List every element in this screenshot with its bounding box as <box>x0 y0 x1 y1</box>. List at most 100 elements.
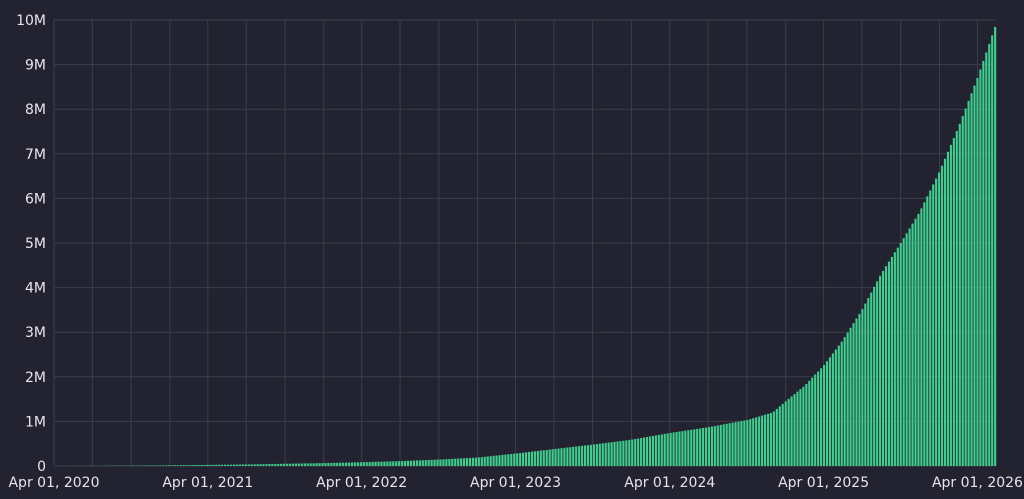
bar <box>471 457 475 466</box>
bar <box>209 464 212 466</box>
bar <box>719 424 722 466</box>
bar <box>970 93 973 467</box>
bar <box>648 436 652 466</box>
y-axis: 0 1M 2M 3M 4M 5M 6M 7M 8M 9M 10M <box>16 13 46 475</box>
bar <box>840 341 843 466</box>
bar <box>274 463 277 466</box>
bar <box>271 463 274 466</box>
bar <box>557 448 560 466</box>
bar <box>831 353 834 466</box>
bar <box>946 151 950 466</box>
bar <box>938 172 941 467</box>
bar <box>215 464 218 466</box>
bar <box>386 461 389 466</box>
bar <box>761 415 764 466</box>
bar <box>834 349 837 466</box>
bar <box>427 459 430 466</box>
bar <box>628 439 631 466</box>
y-tick-label: 1M <box>25 414 46 430</box>
bar <box>430 459 433 466</box>
x-tick-label: Apr 01, 2021 <box>162 475 253 491</box>
bar <box>876 281 879 466</box>
bar <box>415 460 418 466</box>
bar <box>704 427 708 466</box>
bar <box>179 465 182 466</box>
bar <box>277 463 280 466</box>
bar <box>191 465 194 466</box>
bar <box>398 461 401 466</box>
bar <box>817 371 820 466</box>
bar <box>731 422 734 466</box>
bar <box>716 425 719 466</box>
y-tick-label: 6M <box>25 191 46 207</box>
bar <box>769 412 772 466</box>
bar <box>964 108 967 466</box>
bar <box>224 464 227 466</box>
bar <box>911 223 914 466</box>
bar <box>336 462 339 466</box>
bar <box>527 451 531 466</box>
bar <box>342 462 345 466</box>
bar <box>362 462 365 466</box>
bar <box>501 454 504 466</box>
bar <box>952 137 955 466</box>
bar <box>300 463 303 466</box>
bar <box>389 461 392 466</box>
bar <box>802 386 805 466</box>
y-tick-label: 4M <box>25 281 46 297</box>
x-tick-label: Apr 01, 2020 <box>8 475 99 491</box>
x-tick-label: Apr 01, 2024 <box>624 475 715 491</box>
bar <box>982 60 985 466</box>
bar <box>268 464 271 466</box>
bar <box>631 439 634 466</box>
bar <box>917 213 920 466</box>
bar <box>654 435 657 466</box>
bar <box>395 461 398 466</box>
bar <box>619 441 622 466</box>
bar <box>327 462 330 466</box>
bar <box>932 184 935 466</box>
bar <box>766 413 770 466</box>
bar <box>837 345 840 466</box>
bar <box>185 465 188 466</box>
bar <box>445 459 448 466</box>
bar <box>684 430 687 466</box>
bar <box>297 463 300 466</box>
bar <box>805 383 808 466</box>
bar <box>873 286 876 466</box>
y-tick-label: 5M <box>25 236 46 252</box>
bars <box>55 26 997 467</box>
bar <box>690 429 693 466</box>
bar <box>849 327 852 466</box>
bar <box>796 391 799 466</box>
y-tick-label: 0 <box>37 459 46 475</box>
bar <box>864 303 867 466</box>
bar <box>728 423 731 466</box>
bar <box>734 422 737 466</box>
bar <box>681 431 684 466</box>
bar <box>781 403 784 466</box>
y-tick-label: 9M <box>25 58 46 74</box>
bar <box>793 394 796 466</box>
x-tick-label: Apr 01, 2025 <box>778 475 869 491</box>
bar <box>221 464 224 466</box>
bar <box>696 428 699 466</box>
bar <box>498 455 501 466</box>
bar <box>607 442 610 466</box>
bar <box>324 463 327 466</box>
bar <box>575 446 578 466</box>
bar <box>675 431 678 466</box>
bar <box>188 465 191 466</box>
bar <box>513 453 516 466</box>
bar <box>870 292 873 466</box>
bar <box>229 464 233 466</box>
bar <box>321 463 324 466</box>
bar <box>991 35 994 466</box>
bar <box>855 318 858 466</box>
bar <box>339 462 342 466</box>
bar <box>542 450 545 466</box>
grid <box>53 19 996 467</box>
bar <box>640 438 643 466</box>
bar <box>510 453 513 466</box>
bar <box>483 456 486 466</box>
